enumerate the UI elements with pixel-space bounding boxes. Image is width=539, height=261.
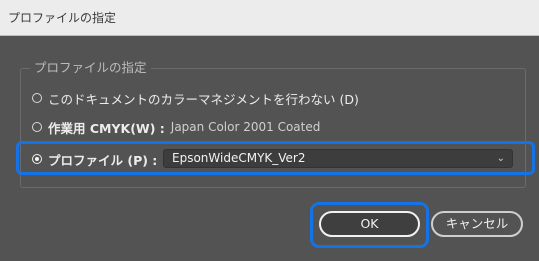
radio-unchecked-icon[interactable] — [32, 122, 42, 132]
option-working-cmyk-label: 作業用 CMYK(W) : — [48, 120, 165, 136]
dialog-title: プロファイルの指定 — [0, 0, 539, 36]
option-profile[interactable]: プロファイル (P) : — [32, 148, 163, 170]
group-label: プロファイルの指定 — [30, 58, 151, 78]
radio-checked-icon[interactable] — [32, 154, 42, 164]
profile-select-value: EpsonWideCMYK_Ver2 — [172, 151, 306, 165]
option-working-cmyk[interactable]: 作業用 CMYK(W) : Japan Color 2001 Coated — [32, 116, 320, 138]
option-profile-label: プロファイル (P) : — [48, 152, 158, 168]
chevron-down-icon[interactable]: ⌄ — [497, 150, 505, 167]
option-no-color-management[interactable]: このドキュメントのカラーマネジメントを行わない (D) — [32, 87, 359, 109]
cancel-button[interactable]: キャンセル — [431, 211, 523, 237]
working-cmyk-value: Japan Color 2001 Coated — [170, 120, 321, 134]
profile-select[interactable]: EpsonWideCMYK_Ver2 ⌄ — [163, 149, 513, 168]
radio-unchecked-icon[interactable] — [32, 93, 42, 103]
option-no-color-management-label: このドキュメントのカラーマネジメントを行わない (D) — [48, 91, 359, 107]
assign-profile-dialog: プロファイルの指定 プロファイルの指定 このドキュメントのカラーマネジメントを行… — [0, 0, 539, 261]
ok-button[interactable]: OK — [319, 211, 420, 237]
